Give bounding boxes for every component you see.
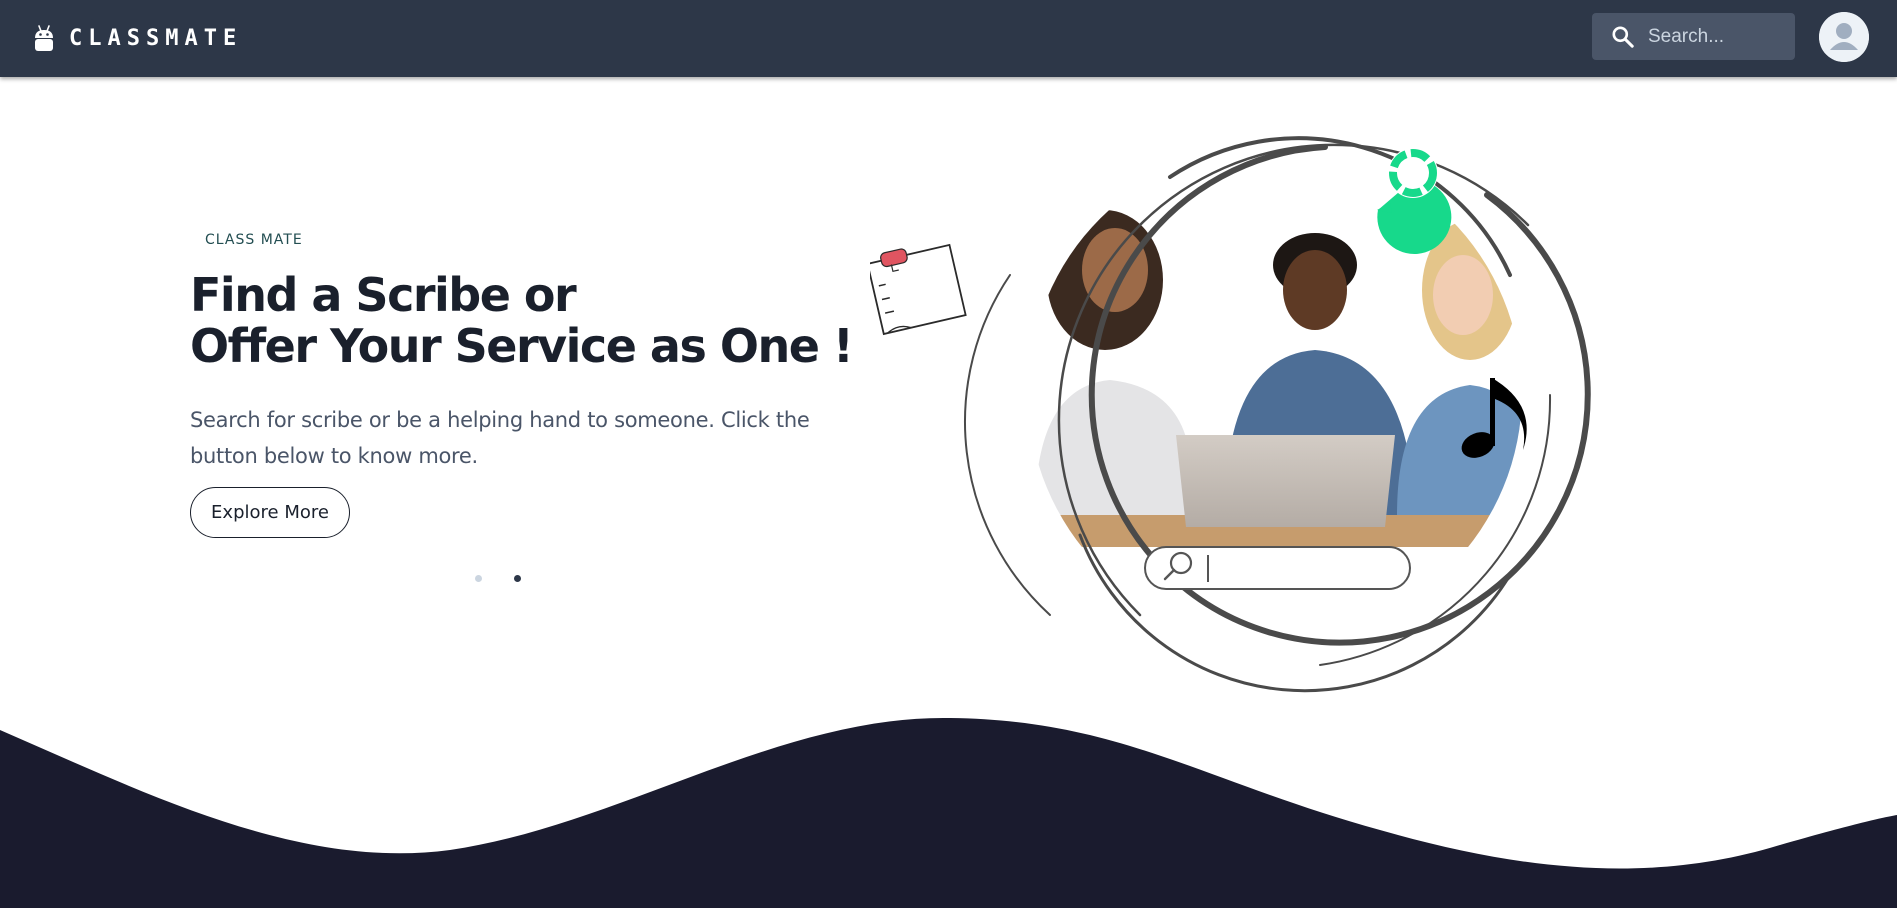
search-bar-icon (1144, 546, 1411, 590)
carousel-dot-1[interactable] (475, 575, 482, 582)
sticky-note-icon (870, 243, 967, 336)
navbar: CLASSMATE (0, 0, 1897, 77)
chat-bubble-icon (1377, 148, 1452, 254)
headline-line-1: Find a Scribe or (190, 268, 577, 322)
search-box[interactable] (1592, 13, 1795, 60)
hero-lead: Search for scribe or be a helping hand t… (190, 408, 810, 468)
explore-more-button[interactable]: Explore More (190, 487, 350, 538)
brand-link[interactable]: CLASSMATE (33, 22, 242, 54)
hero-headline: Find a Scribe or Offer Your Service as O… (190, 268, 854, 373)
headline-line-2: Offer Your Service as One ! (190, 319, 854, 373)
user-avatar-icon (1819, 12, 1869, 62)
search-icon (1612, 25, 1634, 48)
hero-eyebrow: CLASS MATE (205, 232, 303, 248)
hero-illustration (870, 136, 1591, 693)
footer-wave (0, 717, 1897, 908)
search-input[interactable] (1646, 24, 1790, 49)
brand-name: CLASSMATE (69, 25, 243, 51)
three-students-laptop-photo (1028, 210, 1522, 547)
android-icon (35, 25, 53, 51)
carousel-dot-2-active[interactable] (514, 575, 521, 582)
user-avatar-button[interactable] (1819, 12, 1869, 62)
